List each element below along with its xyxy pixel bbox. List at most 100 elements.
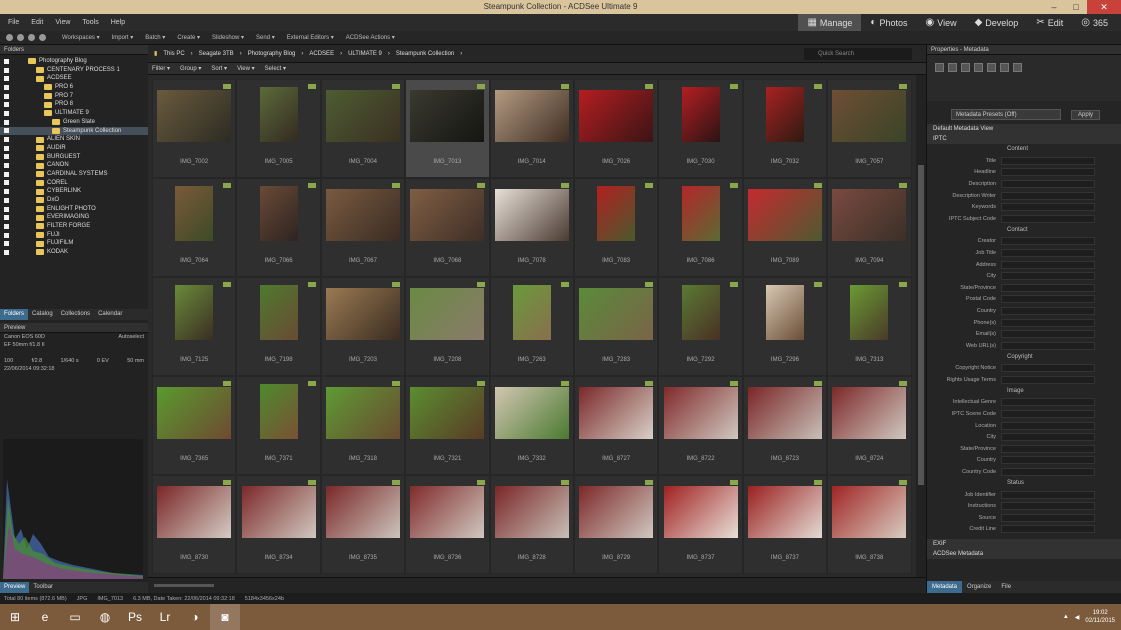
thumbnail-item[interactable]: IMG_8734 xyxy=(236,475,321,574)
tab-metadata[interactable]: Metadata xyxy=(927,581,963,593)
thumbnail-item[interactable]: IMG_7321 xyxy=(405,376,490,475)
thumbnail-item[interactable]: IMG_7013 xyxy=(405,79,490,178)
thumbnail-item[interactable]: IMG_7198 xyxy=(236,277,321,376)
tab-preview[interactable]: Preview xyxy=(0,582,30,593)
photoshop-icon[interactable]: Ps xyxy=(120,604,150,630)
minimize-button[interactable]: – xyxy=(1043,0,1065,14)
metadata-field-input[interactable] xyxy=(1001,525,1095,534)
folder-item[interactable]: AUDIR xyxy=(0,144,148,153)
ie-icon[interactable]: e xyxy=(30,604,60,630)
checkbox-icon[interactable] xyxy=(4,223,9,229)
menu-item-file[interactable]: File xyxy=(8,19,19,26)
checkbox-icon[interactable] xyxy=(4,93,9,99)
checkbox-icon[interactable] xyxy=(4,163,9,169)
photo-thumbnail[interactable] xyxy=(325,288,400,340)
thumbnail-item[interactable]: IMG_7292 xyxy=(658,277,743,376)
thumbnail-item[interactable]: IMG_8736 xyxy=(405,475,490,574)
thumbnail-item[interactable]: IMG_7032 xyxy=(742,79,828,178)
photo-thumbnail[interactable] xyxy=(747,387,822,439)
thumbnail-item[interactable]: IMG_7365 xyxy=(152,376,237,475)
close-button[interactable]: ✕ xyxy=(1087,0,1121,14)
thumbnail-item[interactable]: IMG_7005 xyxy=(236,79,321,178)
folder-item[interactable]: BURGUEST xyxy=(0,153,148,162)
metadata-field-input[interactable] xyxy=(1001,468,1095,477)
back-icon[interactable] xyxy=(6,34,13,41)
photo-thumbnail[interactable] xyxy=(663,486,738,538)
folder-item[interactable]: PRO 7 xyxy=(0,92,148,101)
thumbnail-item[interactable]: IMG_8730 xyxy=(152,475,237,574)
mode-tab-manage[interactable]: ▦ Manage xyxy=(798,14,862,31)
checkbox-icon[interactable] xyxy=(4,180,9,186)
photo-thumbnail[interactable] xyxy=(410,387,485,439)
filter-menu[interactable]: Filter ▾ xyxy=(152,65,170,72)
metadata-field-input[interactable] xyxy=(1001,237,1095,246)
maximize-button[interactable]: □ xyxy=(1065,0,1087,14)
thumbnail-item[interactable]: IMG_7125 xyxy=(152,277,237,376)
metadata-field-input[interactable] xyxy=(1001,444,1095,453)
breadcrumb-item[interactable]: Seagate 3TB xyxy=(199,51,234,57)
thumbnail-item[interactable]: IMG_8729 xyxy=(573,475,659,574)
mode-tab-photos[interactable]: ◐ Photos xyxy=(861,14,916,31)
metadata-field-input[interactable] xyxy=(1001,330,1095,339)
thumbnail-item[interactable]: IMG_8722 xyxy=(658,376,743,475)
toolbar-menu[interactable]: Slideshow ▾ xyxy=(212,34,244,41)
checkbox-icon[interactable] xyxy=(4,102,9,108)
thumbnail-item[interactable]: IMG_7030 xyxy=(658,79,743,178)
tool-icon[interactable] xyxy=(987,63,996,72)
thumbnail-item[interactable]: IMG_7094 xyxy=(827,178,912,277)
toolbar-menu[interactable]: Create ▾ xyxy=(177,34,200,41)
checkbox-icon[interactable] xyxy=(4,171,9,177)
thumbnail-item[interactable]: IMG_7318 xyxy=(320,376,406,475)
photo-thumbnail[interactable] xyxy=(832,486,907,538)
folder-item[interactable]: ACDSEE xyxy=(0,74,148,83)
metadata-field-input[interactable] xyxy=(1001,214,1095,223)
photo-thumbnail[interactable] xyxy=(157,486,232,538)
metadata-field-input[interactable] xyxy=(1001,375,1095,384)
tab-file[interactable]: File xyxy=(996,581,1016,593)
iptc-header[interactable]: IPTC xyxy=(927,134,1121,144)
folder-item[interactable]: FUJI xyxy=(0,231,148,240)
folder-item[interactable]: Steampunk Collection xyxy=(0,126,148,136)
photo-thumbnail[interactable] xyxy=(325,387,400,439)
photo-thumbnail[interactable] xyxy=(494,387,569,439)
photo-thumbnail[interactable] xyxy=(512,285,551,340)
photo-thumbnail[interactable] xyxy=(579,486,654,538)
metadata-view-header[interactable]: Default Metadata View xyxy=(927,124,1121,134)
checkbox-icon[interactable] xyxy=(4,197,9,203)
metadata-field-input[interactable] xyxy=(1001,456,1095,465)
photo-thumbnail[interactable] xyxy=(579,90,654,142)
thumbnail-item[interactable]: IMG_8737 xyxy=(742,475,828,574)
photo-thumbnail[interactable] xyxy=(579,288,654,340)
app-icon[interactable]: ◑ xyxy=(180,604,210,630)
photo-thumbnail[interactable] xyxy=(259,384,298,439)
checkbox-icon[interactable] xyxy=(4,145,9,151)
clock[interactable]: 19:02 02/11/2015 xyxy=(1085,609,1115,625)
checkbox-icon[interactable] xyxy=(4,232,9,238)
metadata-field-input[interactable] xyxy=(1001,341,1095,350)
toolbar-menu[interactable]: Import ▾ xyxy=(112,34,134,41)
breadcrumb-item[interactable]: This PC xyxy=(163,51,184,57)
photo-thumbnail[interactable] xyxy=(850,285,889,340)
checkbox-icon[interactable] xyxy=(4,189,9,195)
thumbnail-item[interactable]: IMG_7371 xyxy=(236,376,321,475)
thumbnail-item[interactable]: IMG_8735 xyxy=(320,475,406,574)
folder-item[interactable]: FUJIFILM xyxy=(0,239,148,248)
photo-thumbnail[interactable] xyxy=(747,486,822,538)
photo-thumbnail[interactable] xyxy=(175,186,214,241)
thumbnail-item[interactable]: IMG_7263 xyxy=(489,277,574,376)
photo-thumbnail[interactable] xyxy=(259,186,298,241)
thumbnail-item[interactable]: IMG_8724 xyxy=(827,376,912,475)
photo-thumbnail[interactable] xyxy=(681,186,720,241)
thumbnail-item[interactable]: IMG_7283 xyxy=(573,277,659,376)
metadata-field-input[interactable] xyxy=(1001,248,1095,257)
home-icon[interactable] xyxy=(39,34,46,41)
metadata-field-input[interactable] xyxy=(1001,191,1095,200)
thumbnail-item[interactable]: IMG_7004 xyxy=(320,79,406,178)
volume-icon[interactable]: ◀ xyxy=(1075,614,1080,621)
thumbnail-item[interactable]: IMG_7078 xyxy=(489,178,574,277)
thumbnail-item[interactable]: IMG_7014 xyxy=(489,79,574,178)
acdsee-metadata-header[interactable]: ACDSee Metadata xyxy=(927,549,1121,560)
checkbox-icon[interactable] xyxy=(4,206,9,212)
folder-item[interactable]: ALIEN SKIN xyxy=(0,135,148,144)
checkbox-icon[interactable] xyxy=(4,119,9,125)
